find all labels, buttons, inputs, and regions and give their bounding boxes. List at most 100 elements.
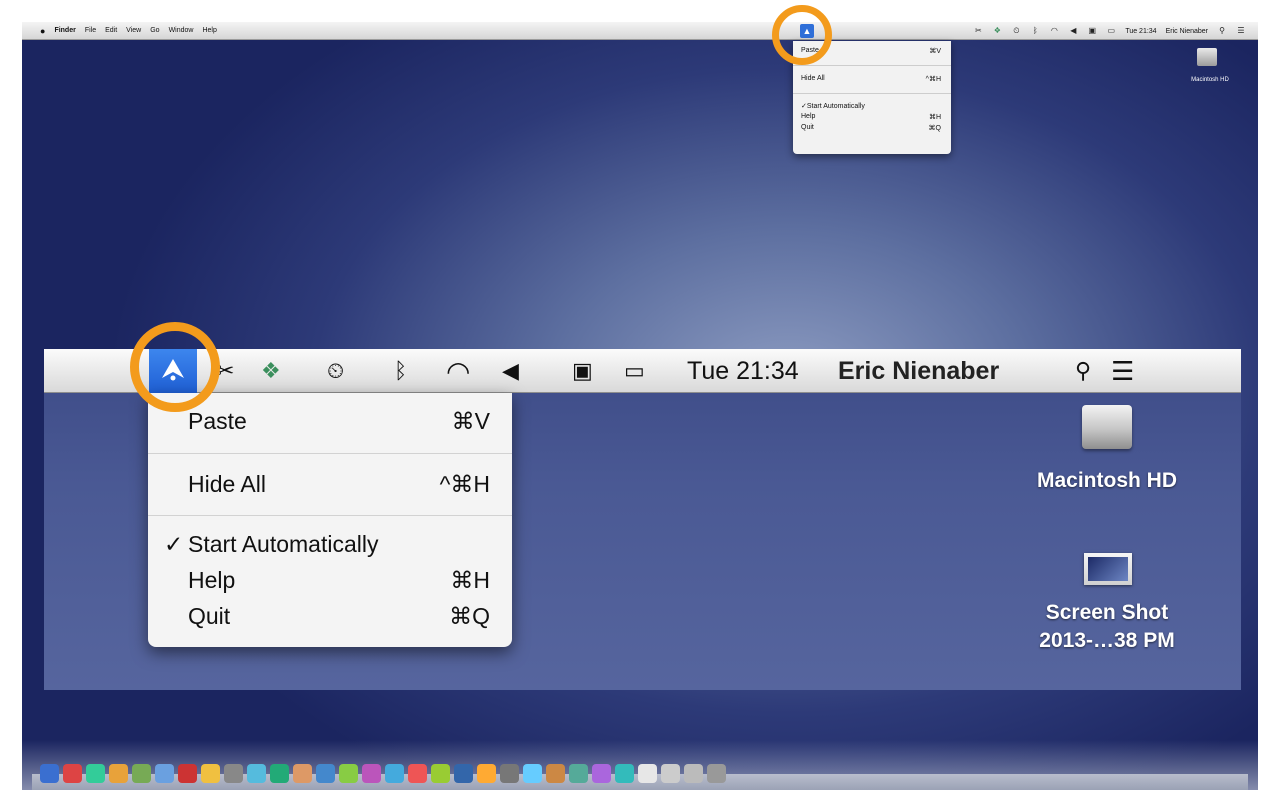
battery-icon[interactable]: ▭: [1106, 26, 1116, 36]
menu-item-help[interactable]: Help ⌘H: [188, 564, 490, 596]
menu-item-paste[interactable]: Paste ⌘V: [188, 405, 490, 437]
dock-app-icon[interactable]: [201, 764, 220, 783]
menu-item-shortcut: ⌘H: [928, 114, 941, 121]
display-icon[interactable]: ▣: [1087, 26, 1097, 36]
notification-center-icon[interactable]: ☰: [1111, 349, 1134, 393]
menu-item-label: Start Automatically: [188, 530, 379, 557]
notification-center-icon[interactable]: ☰: [1236, 26, 1246, 36]
menu-item-label: Quit: [801, 124, 814, 131]
display-icon[interactable]: ▣: [572, 349, 593, 393]
clock[interactable]: Tue 21:34: [1125, 28, 1156, 35]
tools-icon[interactable]: ✂: [973, 26, 983, 36]
apple-menu-icon[interactable]: ●: [40, 26, 45, 36]
dock-app-icon[interactable]: [385, 764, 404, 783]
time-machine-icon[interactable]: ⏲: [327, 349, 344, 393]
dock-app-icon[interactable]: [155, 764, 174, 783]
menu-item-shortcut: ⌘Q: [449, 602, 490, 629]
screenshot-file-label: Screen Shot 2013-…38 PM: [1004, 599, 1210, 655]
dock-app-icon[interactable]: [638, 764, 657, 783]
battery-icon[interactable]: ▭: [624, 349, 645, 393]
dock-app-icon[interactable]: [132, 764, 151, 783]
screenshot-label-line2: 2013-…38 PM: [1039, 629, 1175, 652]
dock-app-icon[interactable]: [63, 764, 82, 783]
menu-item-quit[interactable]: Quit ⌘Q: [801, 124, 941, 134]
menu-separator: [148, 453, 512, 454]
user-name[interactable]: Eric Nienaber: [1166, 28, 1208, 35]
dock-app-icon[interactable]: [546, 764, 565, 783]
menu-item-shortcut: ⌘V: [451, 407, 490, 434]
dropbox-icon[interactable]: ❖: [261, 349, 281, 393]
time-machine-icon[interactable]: ⏲: [1011, 26, 1021, 36]
dock-app-icon[interactable]: [707, 764, 726, 783]
dock-app-icon[interactable]: [431, 764, 450, 783]
dock-icons: [40, 764, 1240, 786]
user-name[interactable]: Eric Nienaber: [838, 349, 999, 393]
hard-drive-label: Macintosh HD: [1191, 77, 1229, 83]
highlight-ring-small: [772, 5, 832, 65]
menu-item-label: Help: [188, 566, 236, 593]
clock[interactable]: Tue 21:34: [687, 349, 799, 393]
hard-drive-icon[interactable]: [1197, 48, 1217, 66]
menu-item-label: Help: [801, 113, 816, 120]
dock-app-icon[interactable]: [523, 764, 542, 783]
screenshot-label-line1: Screen Shot: [1045, 601, 1169, 624]
menu-separator: [793, 93, 951, 94]
dock-app-icon[interactable]: [178, 764, 197, 783]
hard-drive-icon[interactable]: [1082, 405, 1132, 449]
dock: [22, 740, 1258, 790]
dock-app-icon[interactable]: [500, 764, 519, 783]
menu-item-shortcut: ⌘V: [929, 48, 941, 55]
menu-file[interactable]: File: [85, 27, 96, 34]
menu-item-label: Start Automatically: [806, 103, 865, 110]
screenshot-file-icon[interactable]: [1084, 553, 1132, 585]
menu-item-shortcut: ⌘H: [450, 566, 490, 593]
volume-icon[interactable]: ◀: [1068, 26, 1078, 36]
dock-app-icon[interactable]: [362, 764, 381, 783]
dock-app-icon[interactable]: [293, 764, 312, 783]
menu-item-quit[interactable]: Quit ⌘Q: [188, 600, 490, 632]
bluetooth-icon[interactable]: ᛒ: [394, 349, 407, 393]
bluetooth-icon[interactable]: ᛒ: [1030, 26, 1040, 36]
menu-item-shortcut: ⌘Q: [928, 125, 941, 132]
menu-go[interactable]: Go: [150, 27, 159, 34]
menu-item-start-automatically[interactable]: ✓ Start Automatically: [164, 528, 490, 560]
dock-app-icon[interactable]: [477, 764, 496, 783]
status-menu-dropdown: Paste ⌘V Hide All ^⌘H ✓ Start Automatica…: [148, 393, 512, 647]
dock-app-icon[interactable]: [86, 764, 105, 783]
dock-app-icon[interactable]: [270, 764, 289, 783]
menu-view[interactable]: View: [126, 27, 141, 34]
wifi-icon[interactable]: ◠: [446, 349, 470, 393]
dock-app-icon[interactable]: [224, 764, 243, 783]
menu-item-help[interactable]: Help ⌘H: [801, 113, 941, 123]
menu-window[interactable]: Window: [169, 27, 194, 34]
menu-item-shortcut: ^⌘H: [439, 470, 490, 497]
menu-item-hide-all[interactable]: Hide All ^⌘H: [801, 75, 941, 85]
dock-app-icon[interactable]: [569, 764, 588, 783]
dock-app-icon[interactable]: [592, 764, 611, 783]
dock-app-icon[interactable]: [454, 764, 473, 783]
dock-app-icon[interactable]: [109, 764, 128, 783]
dock-app-icon[interactable]: [661, 764, 680, 783]
menu-edit[interactable]: Edit: [105, 27, 117, 34]
menu-help[interactable]: Help: [202, 27, 216, 34]
dock-app-icon[interactable]: [615, 764, 634, 783]
spotlight-icon[interactable]: ⚲: [1217, 26, 1227, 36]
menu-item-label: Hide All: [801, 75, 825, 82]
menu-separator: [148, 515, 512, 516]
spotlight-icon[interactable]: ⚲: [1075, 349, 1091, 393]
checkmark-icon: ✓: [164, 530, 184, 557]
dock-app-icon[interactable]: [339, 764, 358, 783]
volume-icon[interactable]: ◀: [502, 349, 519, 393]
dock-app-icon[interactable]: [316, 764, 335, 783]
wifi-icon[interactable]: ◠: [1049, 26, 1059, 36]
menu-item-start-automatically[interactable]: ✓Start Automatically: [801, 102, 941, 112]
dock-app-icon[interactable]: [684, 764, 703, 783]
menu-bar: ● Finder File Edit View Go Window Help ✂…: [22, 22, 1258, 40]
dropbox-icon[interactable]: ❖: [992, 26, 1002, 36]
menu-separator: [793, 65, 951, 66]
menu-app-name[interactable]: Finder: [54, 27, 75, 34]
menu-item-hide-all[interactable]: Hide All ^⌘H: [188, 468, 490, 500]
dock-app-icon[interactable]: [247, 764, 266, 783]
dock-app-icon[interactable]: [408, 764, 427, 783]
dock-app-icon[interactable]: [40, 764, 59, 783]
